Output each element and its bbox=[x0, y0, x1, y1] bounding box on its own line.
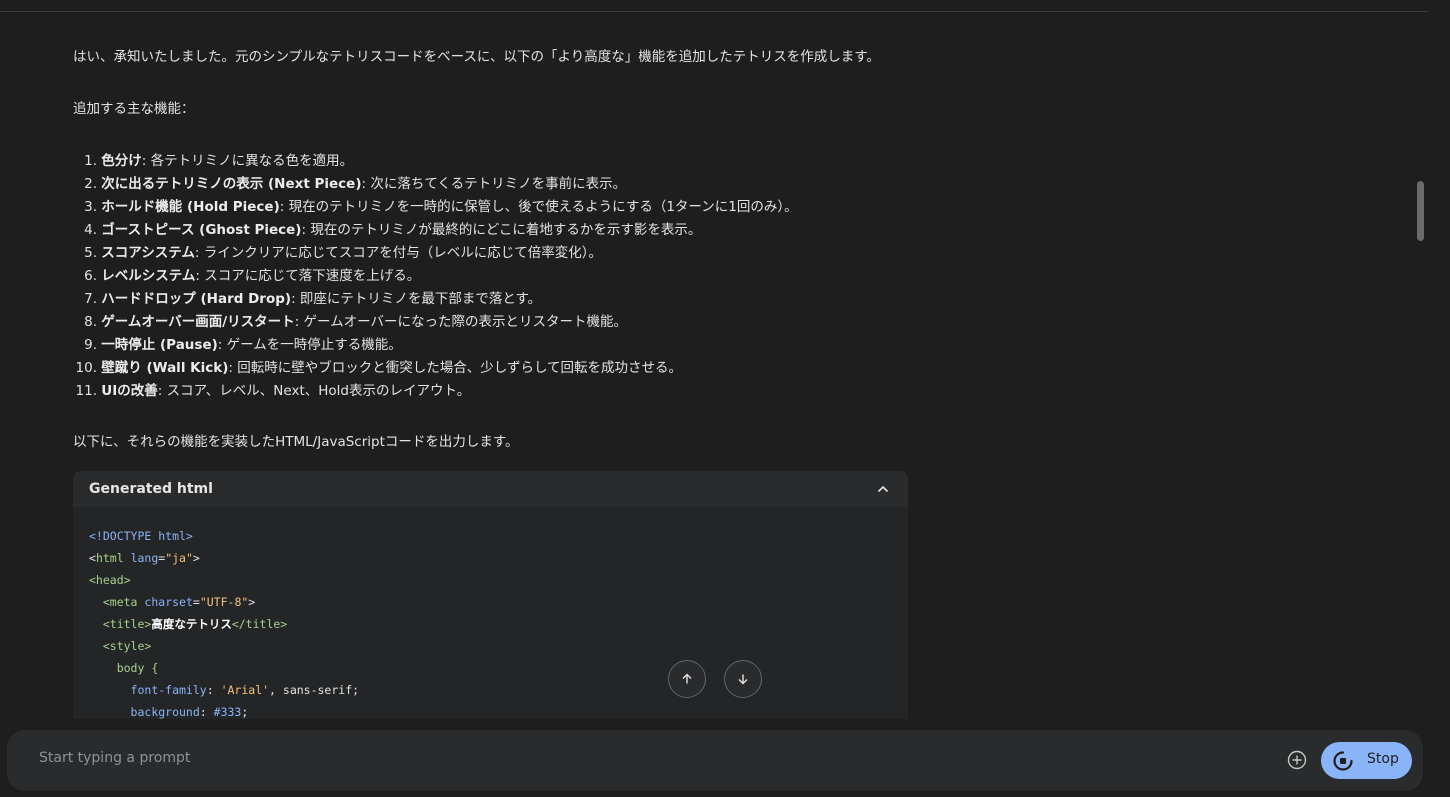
code-line: <meta charset="UTF-8"> bbox=[102, 595, 256, 609]
features-heading: 追加する主な機能： bbox=[73, 101, 195, 117]
code-line: body { bbox=[116, 661, 159, 675]
list-item: 7. ハードドロップ (Hard Drop): 即座にテトリミノを最下部まで落と… bbox=[84, 291, 542, 307]
code-panel: Generated html <!DOCTYPE html> <html lan… bbox=[73, 471, 908, 719]
response-outro: 以下に、それらの機能を実装したHTML/JavaScriptコードを出力します。 bbox=[73, 434, 519, 450]
list-item: 5. スコアシステム: ラインクリアに応じてスコアを付与（レベルに応じて倍率変化… bbox=[84, 245, 602, 261]
code-panel-title: Generated html bbox=[89, 481, 213, 497]
list-item: 11. UIの改善: スコア、レベル、Next、Hold表示のレイアウト。 bbox=[75, 383, 471, 399]
scrollbar-thumb[interactable] bbox=[1417, 181, 1424, 241]
top-divider bbox=[0, 11, 1428, 12]
add-button[interactable] bbox=[1287, 750, 1307, 770]
code-block[interactable]: <!DOCTYPE html> <html lang="ja"> <head> … bbox=[73, 507, 908, 719]
chevron-up-icon bbox=[877, 485, 889, 493]
features-list: 1. 色分け: 各テトリミノに異なる色を適用。 2. 次に出るテトリミノの表示 … bbox=[73, 150, 798, 403]
code-line: font-family: 'Arial', sans-serif; bbox=[130, 683, 360, 697]
code-line: <title>高度なテトリス</title> bbox=[102, 617, 288, 631]
list-item: 10. 壁蹴り (Wall Kick): 回転時に壁やブロックと衝突した場合、少… bbox=[75, 360, 683, 376]
code-line: <html lang="ja"> bbox=[89, 551, 200, 565]
code-line: <style> bbox=[102, 639, 152, 653]
list-item: 4. ゴーストピース (Ghost Piece): 現在のテトリミノが最終的にど… bbox=[84, 222, 702, 238]
scroll-down-button[interactable] bbox=[724, 660, 762, 698]
list-item: 3. ホールド機能 (Hold Piece): 現在のテトリミノを一時的に保管し… bbox=[84, 199, 798, 215]
prompt-bar: Start typing a prompt Stop bbox=[7, 730, 1423, 791]
code-line: background: #333; bbox=[130, 705, 249, 719]
prompt-input[interactable]: Start typing a prompt bbox=[39, 750, 190, 766]
code-panel-header[interactable]: Generated html bbox=[73, 471, 908, 507]
list-item: 9. 一時停止 (Pause): ゲームを一時停止する機能。 bbox=[84, 337, 402, 353]
response-intro: はい、承知いたしました。元のシンプルなテトリスコードをベースに、以下の「より高度… bbox=[73, 49, 880, 65]
add-circle-icon bbox=[1287, 750, 1307, 770]
code-line: <head> bbox=[89, 573, 131, 587]
list-item: 2. 次に出るテトリミノの表示 (Next Piece): 次に落ちてくるテトリ… bbox=[84, 176, 627, 192]
scroll-up-button[interactable] bbox=[668, 660, 706, 698]
code-line: <!DOCTYPE html> bbox=[89, 529, 193, 543]
list-item: 8. ゲームオーバー画面/リスタート: ゲームオーバーになった際の表示とリスター… bbox=[84, 314, 627, 330]
stop-button[interactable]: Stop bbox=[1321, 742, 1412, 779]
collapse-button[interactable] bbox=[872, 478, 894, 500]
stop-spinner-icon bbox=[1333, 751, 1353, 771]
list-item: 6. レベルシステム: スコアに応じて落下速度を上げる。 bbox=[84, 268, 421, 284]
arrow-up-icon bbox=[682, 673, 692, 684]
stop-label: Stop bbox=[1367, 751, 1399, 767]
list-item: 1. 色分け: 各テトリミノに異なる色を適用。 bbox=[84, 153, 354, 169]
arrow-down-icon bbox=[738, 674, 748, 685]
